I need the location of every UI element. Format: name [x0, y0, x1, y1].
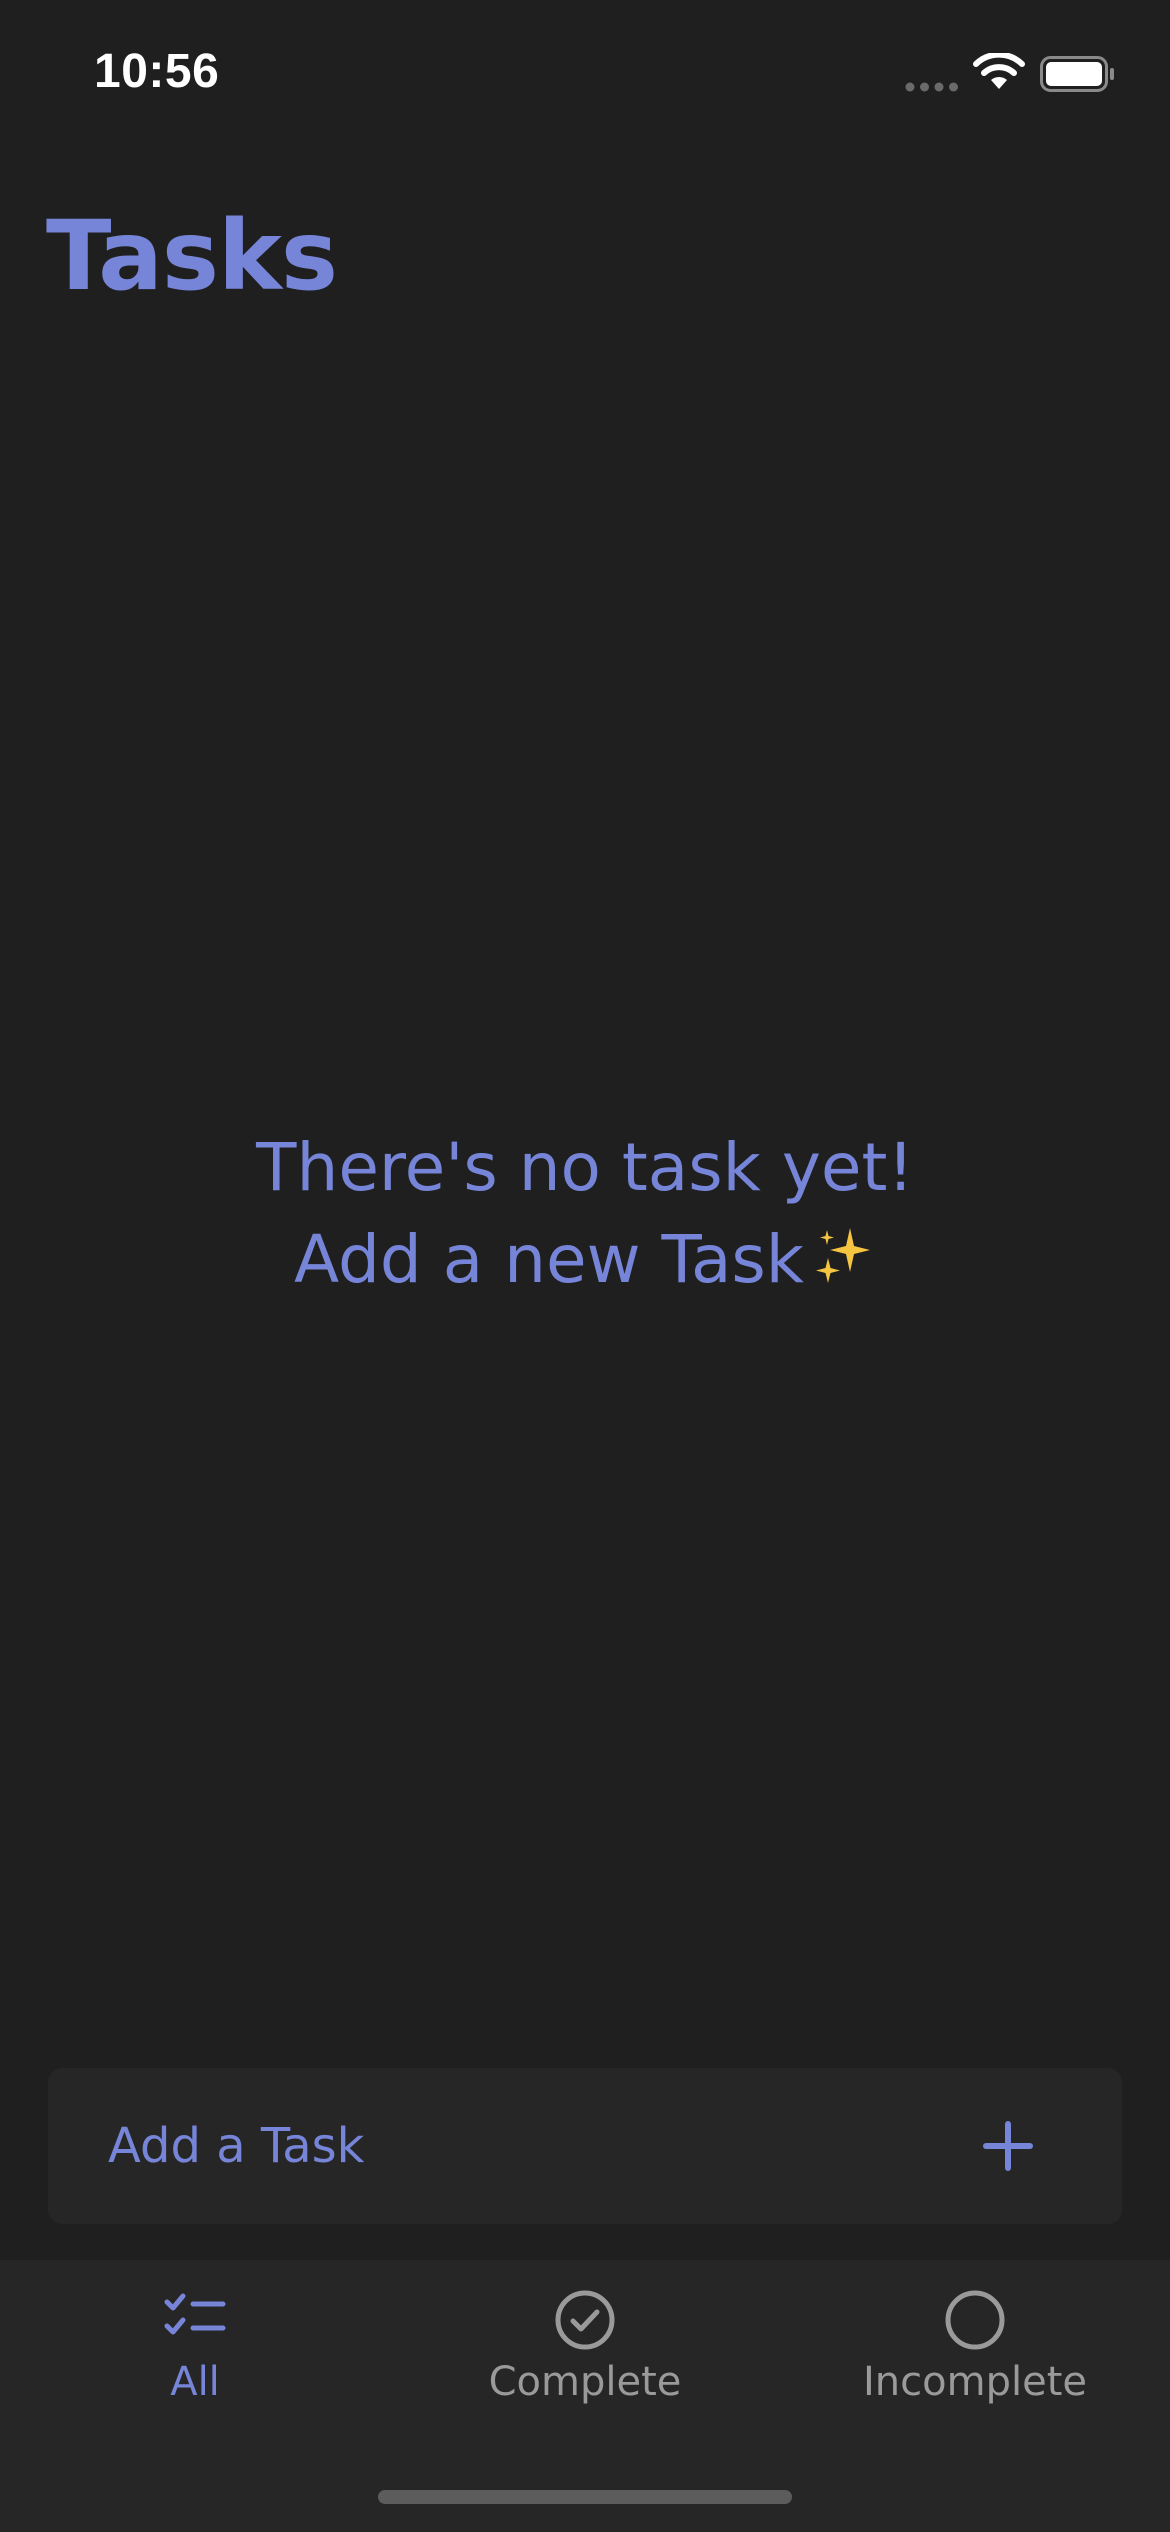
tab-incomplete-label: Incomplete [863, 2359, 1087, 2405]
battery-icon [1040, 56, 1114, 92]
tab-complete[interactable]: Complete [390, 2260, 780, 2420]
plus-icon[interactable] [978, 2116, 1038, 2176]
circle-icon [945, 2290, 1005, 2350]
checklist-icon [164, 2293, 226, 2335]
tab-all-label: All [170, 2359, 220, 2405]
sparkles-icon: ✨ [812, 1220, 876, 1312]
empty-state-line-2: Add a new Task✨ [0, 1214, 1170, 1312]
empty-state-line-2-text: Add a new Task [293, 1221, 805, 1298]
status-time: 10:56 [94, 45, 220, 98]
add-task-field[interactable]: Add a Task [48, 2068, 1122, 2224]
status-bar: 10:56 [0, 0, 1170, 150]
tab-incomplete[interactable]: Incomplete [780, 2260, 1170, 2420]
tab-all[interactable]: All [0, 2260, 390, 2420]
wifi-icon [973, 53, 1025, 89]
add-task-placeholder: Add a Task [108, 2118, 365, 2174]
home-indicator[interactable] [378, 2490, 792, 2504]
checkmark-circle-icon [555, 2290, 615, 2350]
empty-state-message: There's no task yet! Add a new Task✨ [0, 1122, 1170, 1312]
empty-state-line-1: There's no task yet! [256, 1129, 914, 1206]
page-title: Tasks [46, 200, 338, 312]
tab-complete-label: Complete [488, 2359, 682, 2405]
cellular-signal-icon [905, 82, 958, 92]
